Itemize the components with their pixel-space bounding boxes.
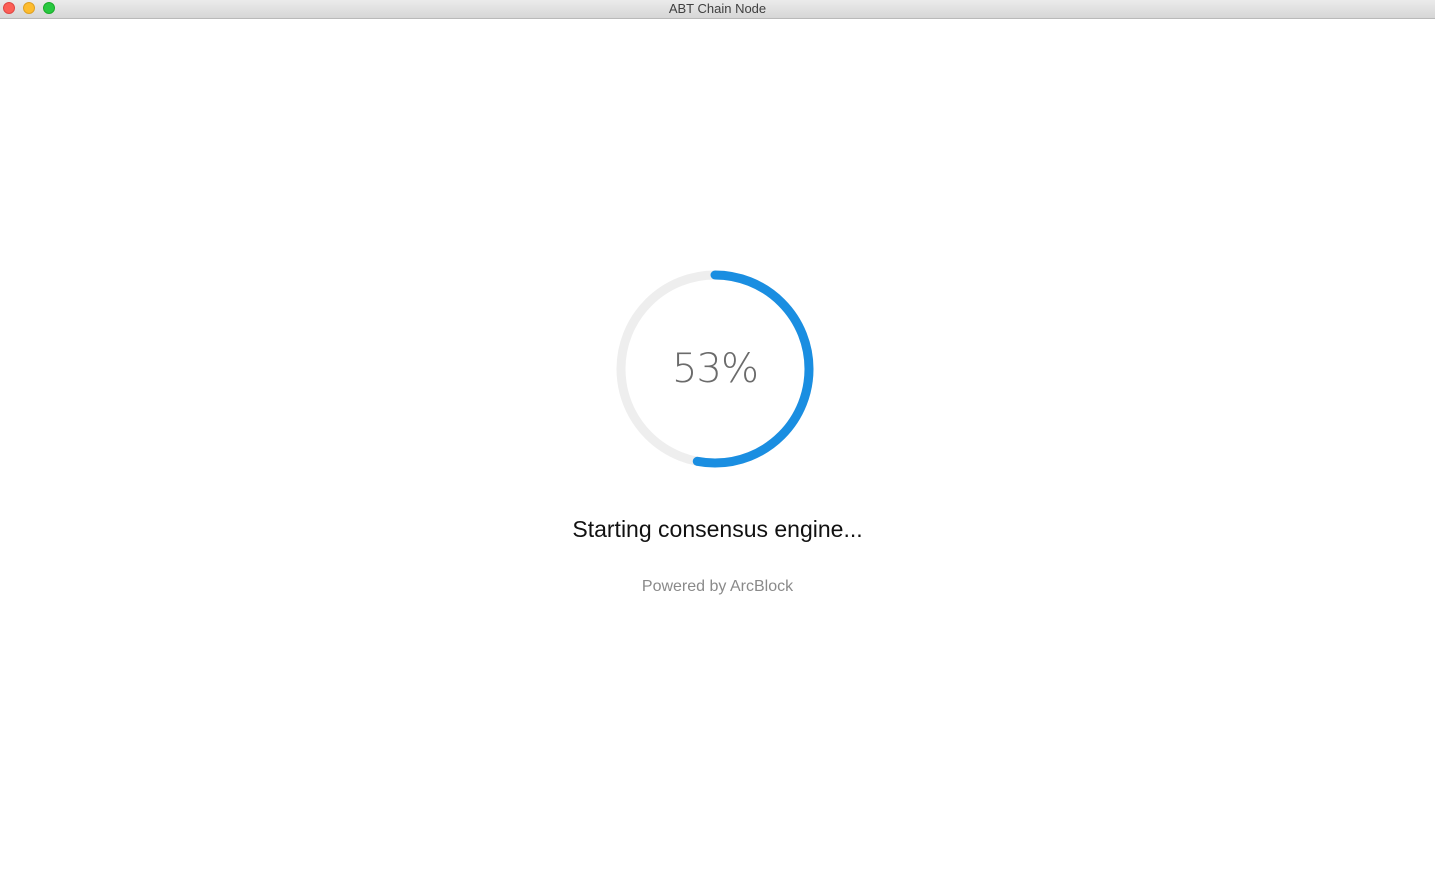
progress-percent-label: 53% <box>672 346 759 392</box>
powered-by-text: Powered by ArcBlock <box>641 578 794 595</box>
window-title: ABT Chain Node <box>668 1 767 16</box>
circular-progress: 53% <box>615 269 815 469</box>
status-message: Starting consensus engine... <box>572 516 863 542</box>
title-bar[interactable]: ABT Chain Node <box>0 0 1435 19</box>
app-window: ABT Chain Node 53% Starting consensus en… <box>0 0 1435 894</box>
loading-screen: 53% Starting consensus engine... Powered… <box>0 20 1435 894</box>
